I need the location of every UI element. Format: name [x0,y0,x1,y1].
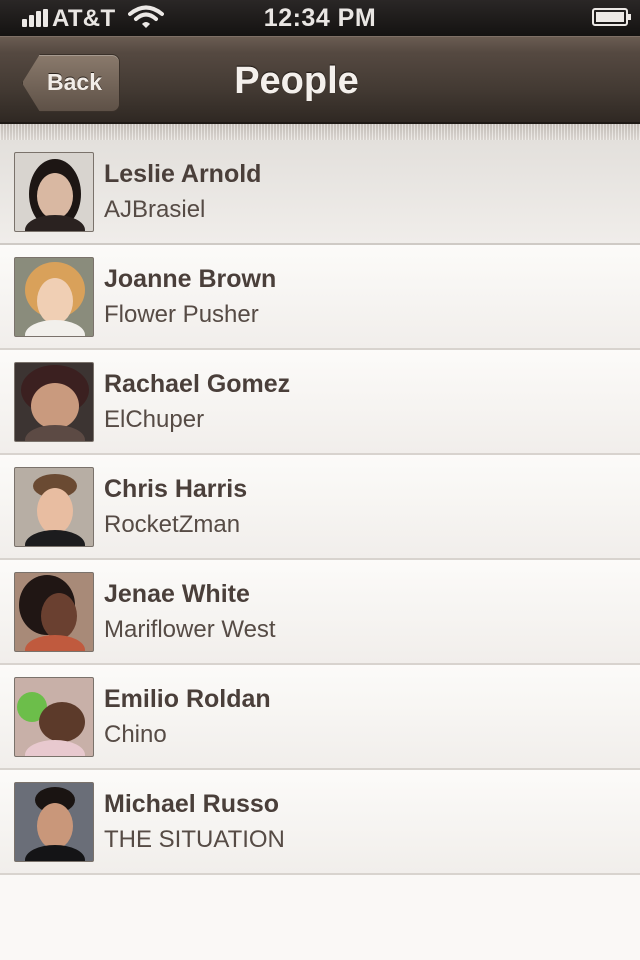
person-name: Emilio Roldan [104,685,271,713]
avatar [14,677,94,757]
list-item[interactable]: Emilio Roldan Chino [0,665,640,770]
battery-icon [592,8,631,26]
avatar [14,257,94,337]
list-item[interactable]: Michael Russo THE SITUATION [0,770,640,875]
person-handle: RocketZman [104,511,241,538]
status-bar: AT&T 12:34 PM [0,0,640,36]
person-handle: Chino [104,721,167,748]
navigation-bar: Back People [0,36,640,124]
list-item[interactable]: Rachael Gomez ElChuper [0,350,640,455]
person-name: Leslie Arnold [104,160,262,188]
person-name: Michael Russo [104,790,280,818]
person-handle: THE SITUATION [104,826,285,853]
page-title: People [234,60,359,102]
status-time: 12:34 PM [263,4,377,32]
avatar [14,782,94,862]
people-screen: AT&T 12:34 PM Back People Leslie Arnold … [0,0,640,960]
list-item[interactable]: Leslie Arnold AJBrasiel [0,140,640,245]
person-handle: Flower Pusher [104,301,259,328]
avatar [14,152,94,232]
list-item[interactable]: Joanne Brown Flower Pusher [0,245,640,350]
person-name: Jenae White [104,580,250,608]
avatar [14,572,94,652]
person-handle: Mariflower West [104,616,276,643]
person-name: Rachael Gomez [104,370,291,398]
people-list: Leslie Arnold AJBrasiel Joanne Brown Flo… [0,140,640,875]
person-handle: ElChuper [104,406,205,433]
list-item[interactable]: Chris Harris RocketZman [0,455,640,560]
decorative-strip [0,124,640,140]
person-handle: AJBrasiel [104,196,206,223]
avatar [14,362,94,442]
person-name: Joanne Brown [104,265,277,293]
avatar [14,467,94,547]
person-name: Chris Harris [104,475,248,503]
list-item[interactable]: Jenae White Mariflower West [0,560,640,665]
